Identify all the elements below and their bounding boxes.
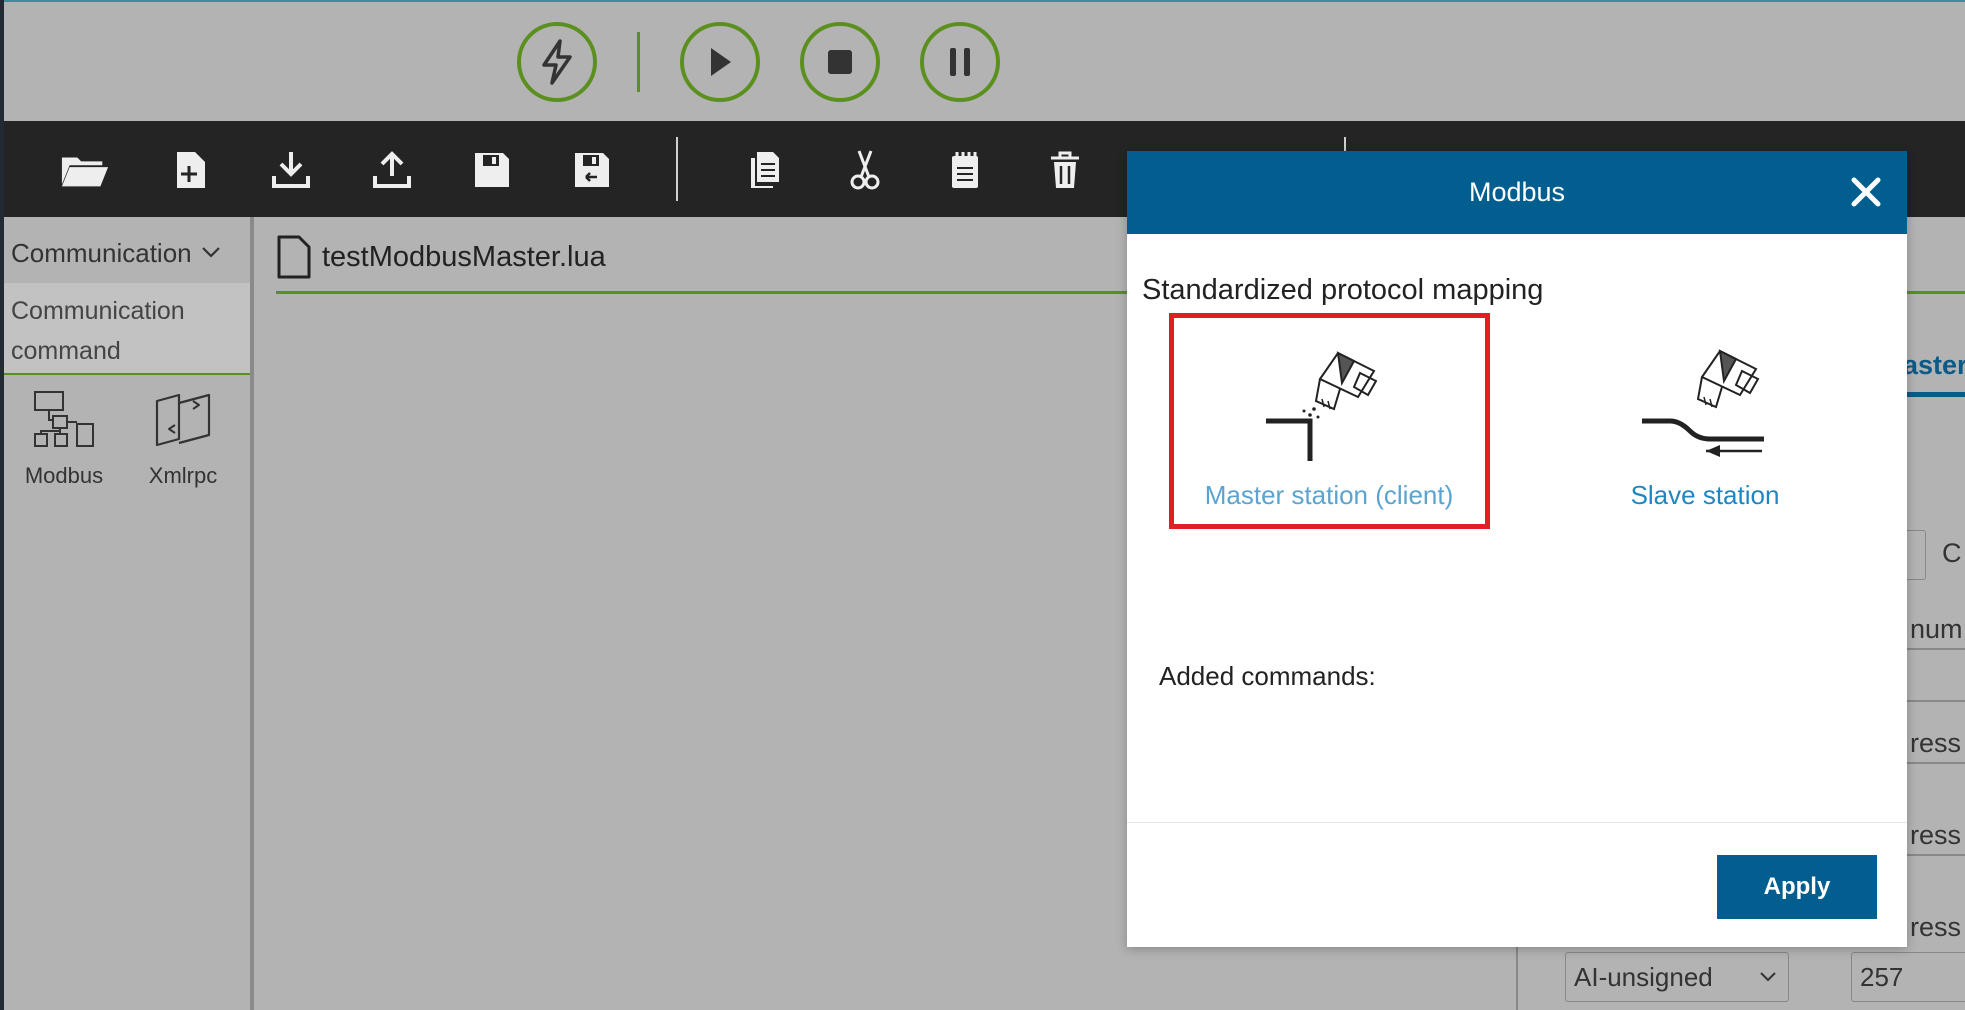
bg-field-line-4	[1907, 854, 1965, 856]
bg-label-ress-3: ress r	[1910, 912, 1965, 942]
command-sidebar: Communication Communication command Modb…	[4, 217, 250, 1010]
new-file-button[interactable]	[166, 147, 216, 193]
download-button[interactable]	[266, 147, 316, 193]
save-as-icon	[575, 153, 609, 187]
tool-xmlrpc-label: Xmlrpc	[148, 463, 218, 488]
added-commands-label: Added commands:	[1159, 661, 1376, 691]
bg-field-line-2	[1907, 700, 1965, 702]
stop-button[interactable]	[800, 22, 880, 102]
section-title: Standardized protocol mapping	[1142, 274, 1544, 306]
copy-icon	[751, 152, 779, 188]
dialog-title: Modbus	[1468, 177, 1566, 207]
bg-number-input[interactable]: 257	[1851, 952, 1965, 1002]
bg-type-select[interactable]: AI-unsigned	[1565, 952, 1789, 1002]
file-name: testModbusMaster.lua	[322, 240, 606, 273]
tool-modbus-label: Modbus	[24, 463, 104, 488]
run-button[interactable]	[517, 22, 597, 102]
play-button[interactable]	[680, 22, 760, 102]
delete-icon	[1051, 151, 1079, 188]
open-folder-icon	[61, 157, 109, 187]
download-icon	[272, 152, 310, 188]
cut-button[interactable]	[840, 147, 890, 193]
play-icon	[711, 48, 731, 76]
category-item-communication-command[interactable]: Communication command	[4, 283, 250, 375]
bg-label-ress-1: ress r	[1910, 728, 1965, 758]
close-icon	[1851, 177, 1881, 207]
category-select[interactable]: Communication	[11, 233, 236, 273]
close-button[interactable]	[1845, 171, 1887, 213]
bg-tab-underline	[1903, 392, 1965, 397]
open-button[interactable]	[60, 147, 110, 193]
delete-button[interactable]	[1040, 147, 1090, 193]
run-bar-separator	[637, 32, 640, 92]
dialog-footer-divider	[1127, 822, 1907, 823]
save-button[interactable]	[467, 147, 517, 193]
lightning-icon	[542, 39, 572, 85]
bg-label-num: num	[1910, 614, 1963, 644]
chevron-down-icon	[202, 247, 220, 258]
upload-button[interactable]	[367, 147, 417, 193]
bg-type-select-value: AI-unsigned	[1574, 961, 1713, 992]
master-station-option[interactable]: Master station (client)	[1184, 349, 1474, 549]
flowchart-icon	[34, 391, 94, 447]
copy-button[interactable]	[740, 147, 790, 193]
bg-field-line-3	[1907, 762, 1965, 764]
bg-label-ress-2: ress r	[1910, 820, 1965, 850]
pause-button[interactable]	[920, 22, 1000, 102]
slave-station-label: Slave station	[1630, 480, 1780, 510]
modbus-dialog: Modbus Standardized protocol mapping Mas…	[1127, 151, 1907, 947]
new-file-icon	[177, 152, 205, 188]
bg-tab-master[interactable]: aster	[1903, 350, 1965, 381]
slave-station-option[interactable]: Slave station	[1560, 349, 1850, 549]
file-icon	[277, 235, 311, 279]
robot-arm-corner-icon	[1266, 351, 1378, 461]
category-select-value: Communication	[11, 237, 191, 268]
upload-icon	[373, 151, 411, 188]
bg-label-c: C	[1942, 538, 1962, 568]
bg-field-line	[1907, 648, 1965, 650]
run-control-bar	[4, 2, 1965, 121]
master-station-label: Master station (client)	[1204, 480, 1454, 510]
dialog-header: Modbus	[1127, 151, 1907, 234]
paste-button[interactable]	[940, 147, 990, 193]
tool-modbus[interactable]: Modbus	[19, 387, 109, 489]
apply-button[interactable]: Apply	[1717, 855, 1877, 919]
toolbar-separator	[676, 137, 678, 201]
cut-icon	[850, 150, 880, 190]
tool-xmlrpc[interactable]: Xmlrpc	[138, 387, 228, 489]
save-as-button[interactable]	[567, 147, 617, 193]
pause-icon	[950, 48, 970, 76]
robot-arm-conveyor-icon	[1642, 349, 1764, 457]
file-tab[interactable]: testModbusMaster.lua	[276, 231, 606, 283]
stop-icon	[828, 50, 852, 74]
paste-icon	[952, 152, 978, 188]
save-icon	[475, 153, 509, 187]
xmlrpc-icon	[155, 393, 211, 447]
chevron-down-icon	[1760, 972, 1776, 982]
